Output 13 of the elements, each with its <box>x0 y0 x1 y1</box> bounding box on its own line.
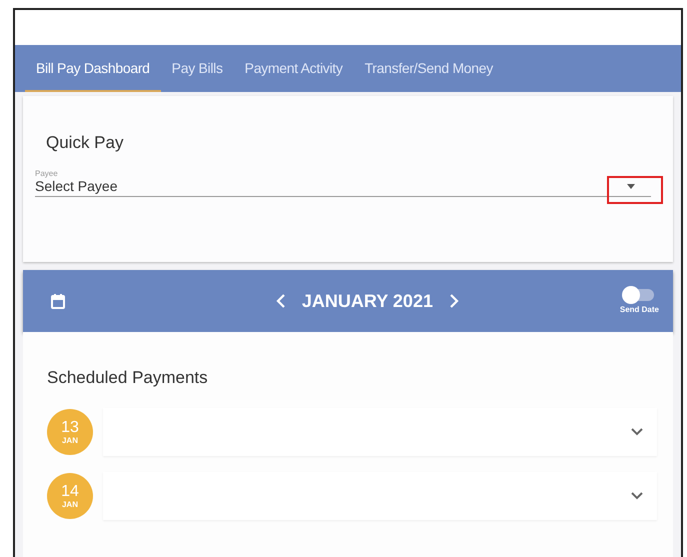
date-badge: 13 JAN <box>47 409 93 455</box>
month-label: JANUARY 2021 <box>302 290 433 312</box>
toggle-label: Send Date <box>620 304 659 314</box>
payee-select[interactable]: Payee Select Payee <box>35 169 651 197</box>
field-value: Select Payee <box>35 178 118 194</box>
field-label: Payee <box>35 169 59 178</box>
nav-tab[interactable]: Bill Pay Dashboard <box>25 45 161 92</box>
nav-tab[interactable]: Transfer/Send Money <box>354 45 504 92</box>
section-title: Scheduled Payments <box>47 368 209 388</box>
date-badge: 14 JAN <box>47 473 93 519</box>
nav-tab[interactable]: Payment Activity <box>234 45 354 92</box>
nav-tab[interactable]: Pay Bills <box>160 45 234 92</box>
card-title: Quick Pay <box>46 133 124 153</box>
